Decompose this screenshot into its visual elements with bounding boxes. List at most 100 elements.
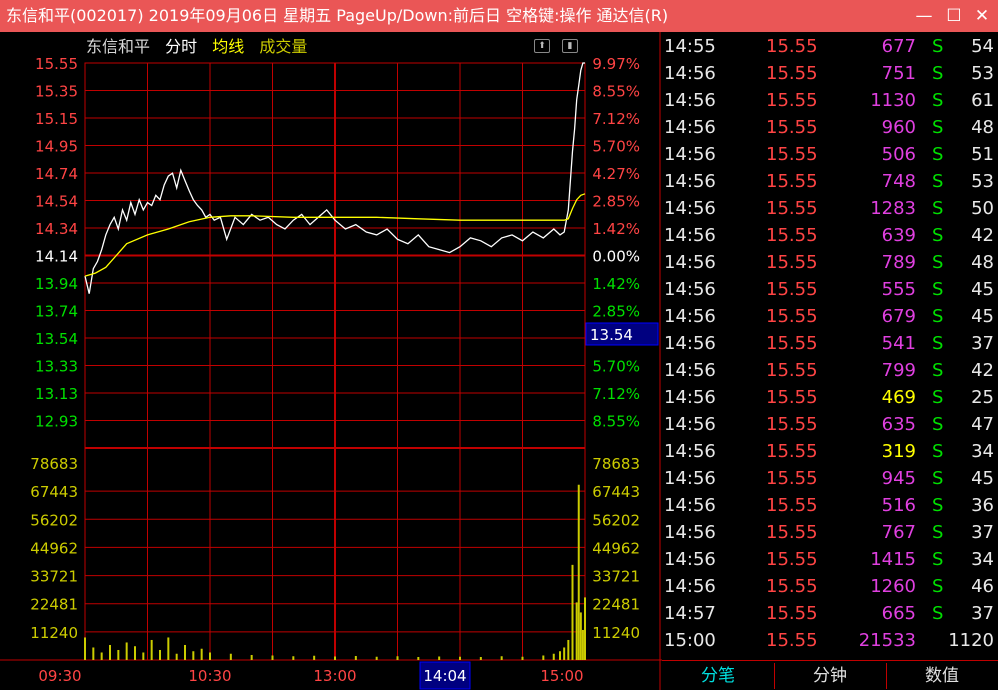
tick-row: 14:57 15.55 665 S 37 — [662, 600, 998, 627]
tab-minutes[interactable]: 分钟 — [774, 665, 886, 687]
tick-time: 14:56 — [664, 252, 716, 273]
tab-average[interactable]: 均线 — [212, 37, 244, 56]
tick-row: 14:56 15.55 960 S 48 — [662, 114, 998, 141]
tick-time: 14:56 — [664, 495, 716, 516]
tick-volume: 1130 — [870, 90, 916, 111]
tick-volume: 789 — [881, 252, 916, 273]
tick-volume: 635 — [881, 414, 916, 435]
tick-row: 15:00 15.55 21533 1120 — [662, 627, 998, 654]
volume-bar — [577, 484, 580, 660]
volume-tick-label: 67443 — [30, 483, 78, 501]
tick-price: 15.55 — [766, 306, 818, 327]
time-tick-label: 15:00 — [540, 667, 583, 685]
intraday-chart[interactable]: 15.55 9.97% 15.35 8.55% 15.15 7.12% 14.95 5.70%… — [0, 32, 662, 690]
volume-tick-label-right: 22481 — [592, 596, 640, 614]
tick-price: 15.55 — [766, 414, 818, 435]
price-tick-label: 14.95 — [35, 138, 78, 156]
close-button[interactable]: ✕ — [970, 4, 994, 28]
volume-bar — [109, 644, 111, 660]
volume-tick-label: 11240 — [30, 624, 78, 642]
tick-count: 46 — [971, 576, 994, 597]
tick-row: 14:56 15.55 516 S 36 — [662, 492, 998, 519]
tab-ticks[interactable]: 分笔 — [662, 665, 774, 687]
tick-count: 42 — [971, 225, 994, 246]
percent-tick-label: 7.12% — [592, 385, 640, 403]
tick-row: 14:55 15.55 677 S 54 — [662, 33, 998, 60]
tick-count: 37 — [971, 333, 994, 354]
panel-toggle-icon[interactable]: ▮ — [562, 39, 578, 53]
tick-count: 53 — [971, 63, 994, 84]
tick-time: 14:56 — [664, 90, 716, 111]
percent-tick-label: 8.55% — [592, 83, 640, 101]
tick-side: S — [932, 63, 944, 84]
tick-row: 14:56 15.55 1415 S 34 — [662, 546, 998, 573]
tick-time: 14:56 — [664, 144, 716, 165]
volume-bar — [175, 653, 178, 660]
tick-count: 51 — [971, 144, 994, 165]
volume-bar — [192, 651, 195, 660]
tick-price: 15.55 — [766, 144, 818, 165]
tab-values[interactable]: 数值 — [886, 665, 998, 687]
time-tick-label: 13:00 — [313, 667, 356, 685]
tick-count: 42 — [971, 360, 994, 381]
tab-volume[interactable]: 成交量 — [259, 37, 307, 56]
tick-price: 15.55 — [766, 495, 818, 516]
expand-icon[interactable]: ⬆ — [534, 39, 550, 53]
tick-side: S — [932, 279, 944, 300]
tick-price: 15.55 — [766, 360, 818, 381]
tab-minute[interactable]: 分时 — [165, 37, 197, 56]
tick-volume: 945 — [881, 468, 916, 489]
volume-bar — [375, 656, 378, 660]
chart-canvas[interactable]: 15.55 9.97% 15.35 8.55% 15.15 7.12% 14.95 5.70%… — [0, 32, 662, 690]
tick-time: 14:56 — [664, 441, 716, 462]
tick-side: S — [932, 198, 944, 219]
tick-price: 15.55 — [766, 630, 818, 651]
tick-count: 47 — [971, 414, 994, 435]
volume-bar — [417, 656, 420, 660]
volume-bar — [575, 602, 578, 660]
tick-row: 14:56 15.55 469 S 25 — [662, 384, 998, 411]
volume-bar — [271, 655, 274, 660]
tick-row: 14:56 15.55 319 S 34 — [662, 438, 998, 465]
tick-price: 15.55 — [766, 36, 818, 57]
percent-tick-label: 2.85% — [592, 193, 640, 211]
tick-volume: 1283 — [870, 198, 916, 219]
tick-price: 15.55 — [766, 63, 818, 84]
tick-row: 14:56 15.55 555 S 45 — [662, 276, 998, 303]
tick-time: 14:56 — [664, 522, 716, 543]
percent-tick-label: 1.42% — [592, 275, 640, 293]
tick-count: 34 — [971, 441, 994, 462]
tick-time: 14:56 — [664, 576, 716, 597]
tick-count: 25 — [971, 387, 994, 408]
restore-button[interactable]: ☐ — [942, 4, 966, 28]
tick-side: S — [932, 387, 944, 408]
tick-count: 34 — [971, 549, 994, 570]
tick-time: 14:56 — [664, 333, 716, 354]
tick-side: S — [932, 549, 944, 570]
title-bar: 东信和平(002017) 2019年09月06日 星期五 PageUp/Down… — [0, 0, 998, 32]
volume-bar — [559, 651, 561, 660]
volume-bar — [354, 655, 357, 660]
cursor-time-label: 14:04 — [423, 667, 466, 685]
tick-side: S — [932, 360, 944, 381]
tick-side: S — [932, 306, 944, 327]
tick-count: 1120 — [948, 630, 994, 651]
volume-bar — [581, 629, 584, 660]
tick-price: 15.55 — [766, 90, 818, 111]
price-tick-label: 14.74 — [35, 165, 78, 183]
tick-volume: 665 — [881, 603, 916, 624]
minimize-button[interactable]: — — [912, 4, 936, 28]
tick-row: 14:56 15.55 1260 S 46 — [662, 573, 998, 600]
price-tick-label: 13.94 — [35, 275, 78, 293]
volume-tick-label: 56202 — [30, 511, 78, 529]
tick-time: 14:57 — [664, 603, 716, 624]
tick-volume: 541 — [881, 333, 916, 354]
tick-price: 15.55 — [766, 468, 818, 489]
tick-table: 14:55 15.55 677 S 54 14:56 15.55 751 S 53 14:56 15.… — [662, 32, 998, 660]
volume-bar — [521, 656, 524, 660]
volume-tick-label-right: 56202 — [592, 511, 640, 529]
tick-side: S — [932, 603, 944, 624]
tick-time: 14:56 — [664, 549, 716, 570]
cursor-price-label: 13.54 — [590, 326, 633, 344]
price-tick-label: 13.74 — [35, 303, 78, 321]
